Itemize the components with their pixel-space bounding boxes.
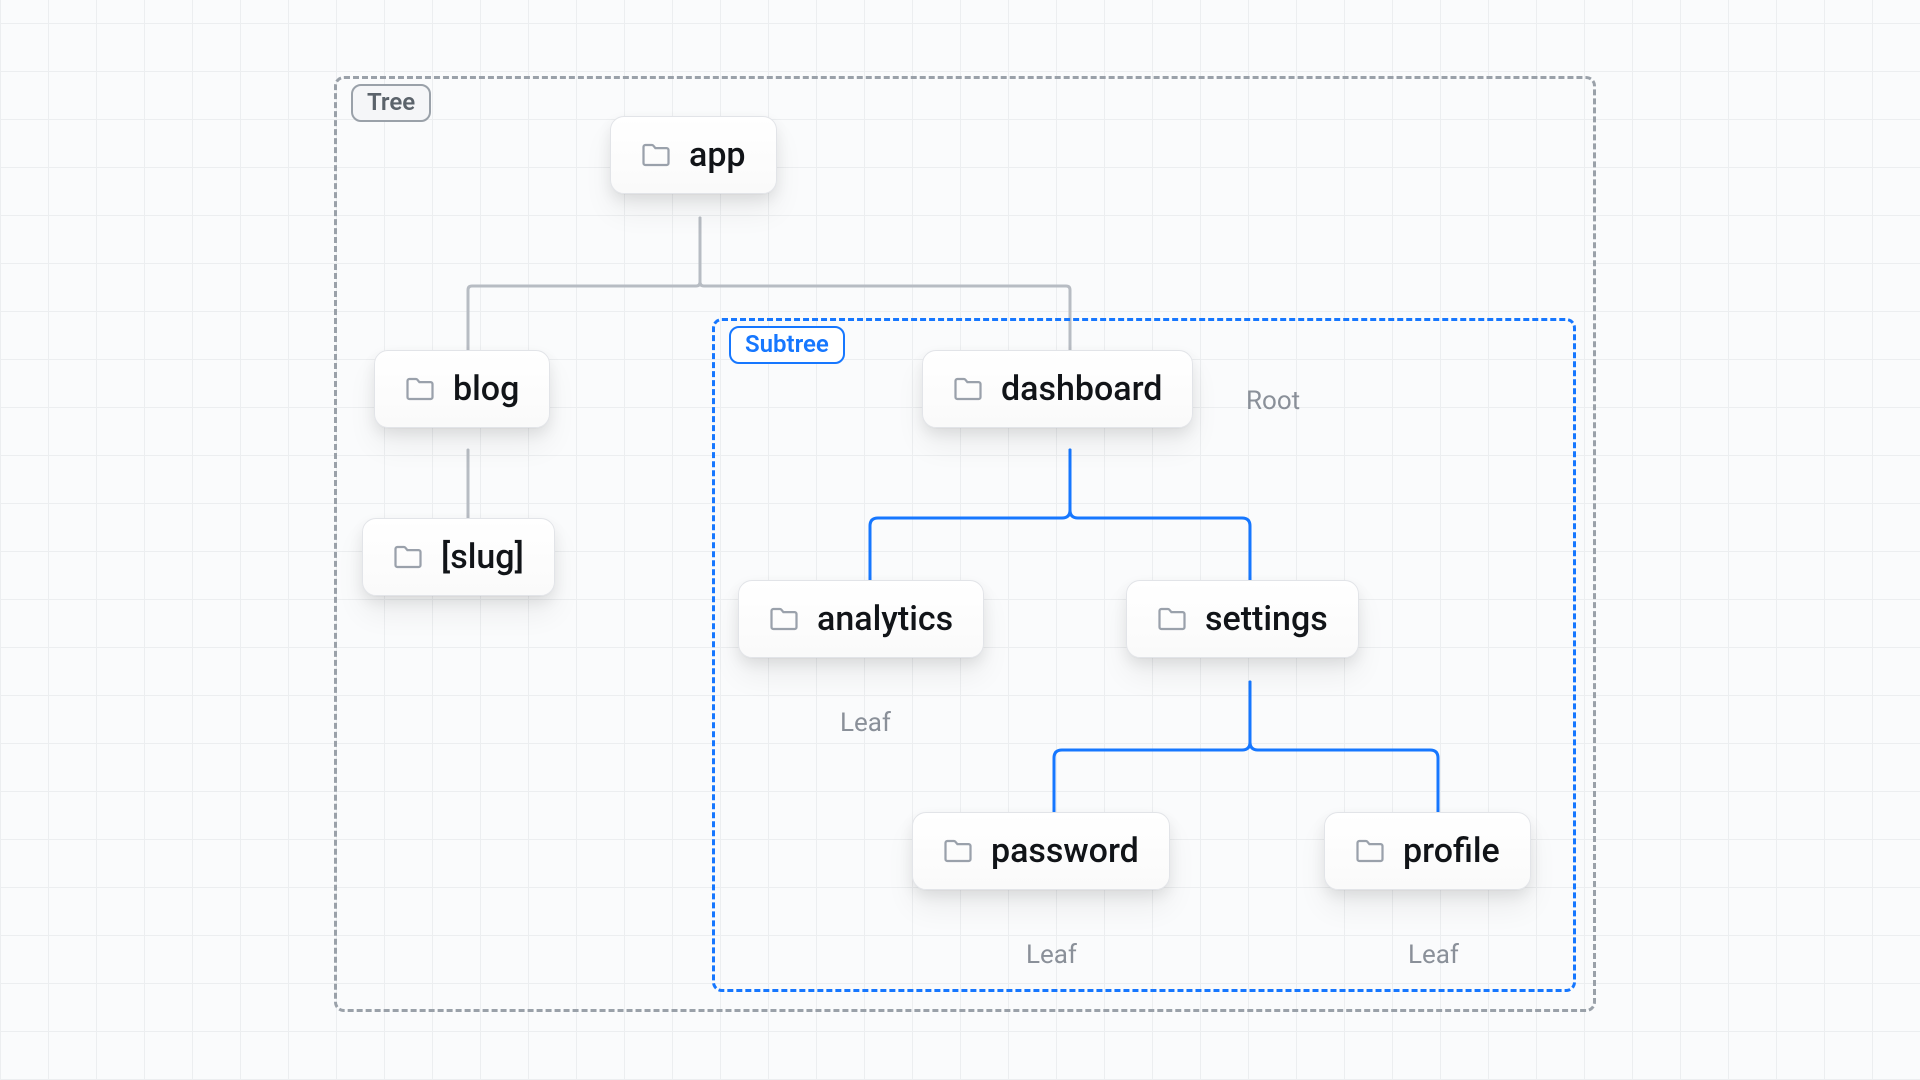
node-label: [slug]	[441, 537, 524, 577]
node-slug: [slug]	[362, 518, 555, 596]
annotation-leaf-analytics: Leaf	[840, 708, 891, 738]
node-analytics: analytics	[738, 580, 984, 658]
node-label: password	[991, 831, 1139, 871]
tree-region-label: Tree	[351, 84, 431, 122]
diagram-canvas: Tree Subtree app blog [slug] dashboard a…	[0, 0, 1920, 1080]
node-label: profile	[1403, 831, 1500, 871]
annotation-leaf-profile: Leaf	[1408, 940, 1459, 970]
node-label: blog	[453, 369, 519, 409]
node-label: settings	[1205, 599, 1328, 639]
folder-icon	[769, 606, 799, 632]
folder-icon	[953, 376, 983, 402]
annotation-leaf-password: Leaf	[1026, 940, 1077, 970]
node-profile: profile	[1324, 812, 1531, 890]
node-label: app	[689, 135, 746, 175]
annotation-root: Root	[1246, 386, 1300, 416]
node-password: password	[912, 812, 1170, 890]
subtree-region-label: Subtree	[729, 326, 845, 364]
node-settings: settings	[1126, 580, 1359, 658]
node-app: app	[610, 116, 777, 194]
node-dashboard: dashboard	[922, 350, 1193, 428]
folder-icon	[943, 838, 973, 864]
folder-icon	[393, 544, 423, 570]
folder-icon	[405, 376, 435, 402]
folder-icon	[641, 142, 671, 168]
folder-icon	[1157, 606, 1187, 632]
node-blog: blog	[374, 350, 550, 428]
node-label: analytics	[817, 599, 953, 639]
folder-icon	[1355, 838, 1385, 864]
node-label: dashboard	[1001, 369, 1162, 409]
